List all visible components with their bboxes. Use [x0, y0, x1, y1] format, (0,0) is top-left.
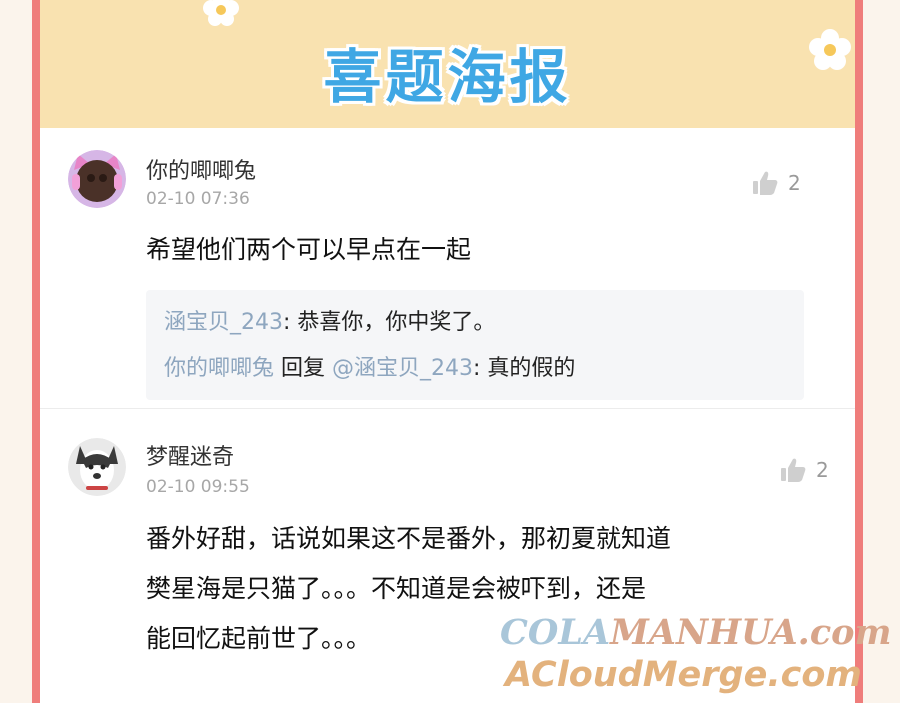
comment-body-line: 番外好甜，话说如果这不是番外，那初夏就知道 [146, 524, 672, 553]
right-frame-border [855, 0, 863, 703]
comment-item: 你的唧唧兔 02-10 07:36 2 希望他们两个可以早点在一起 涵宝贝_24… [40, 128, 855, 408]
reply-box[interactable]: 涵宝贝_243: 恭喜你，你中奖了。 你的唧唧兔 回复 @涵宝贝_243: 真的… [146, 290, 804, 400]
reply-author[interactable]: 涵宝贝_243 [164, 310, 283, 335]
watermark-part: MANHUA.com [610, 612, 892, 653]
comment-username[interactable]: 梦醒迷奇 [146, 439, 234, 471]
like-count: 2 [816, 458, 829, 482]
thumbs-up-icon [781, 458, 806, 482]
reply-text: : 真的假的 [473, 356, 576, 381]
watermark-acloudmerge: ACloudMerge.com [505, 655, 862, 695]
comment-body-line: 希望他们两个可以早点在一起 [146, 235, 472, 264]
flower-icon [203, 0, 239, 26]
left-frame-border [32, 0, 40, 703]
thumbs-up-icon [753, 171, 778, 195]
like-button[interactable]: 2 [752, 170, 801, 196]
comment-timestamp: 02-10 07:36 [146, 189, 250, 209]
reply-author[interactable]: 你的唧唧兔 [164, 356, 274, 381]
avatar[interactable] [68, 438, 126, 496]
reply-line: 你的唧唧兔 回复 @涵宝贝_243: 真的假的 [164, 350, 575, 382]
comment-body: 希望他们两个可以早点在一起 [146, 225, 471, 275]
watermark-part: COLA [500, 612, 611, 653]
reply-text: : 恭喜你，你中奖了。 [283, 310, 496, 335]
title-banner: 喜题海报 [40, 0, 855, 128]
reply-line: 涵宝贝_243: 恭喜你，你中奖了。 [164, 304, 495, 336]
comment-body-line: 樊星海是只猫了。。。不知道是会被吓到，还是 [146, 574, 647, 603]
reply-action: 回复 [281, 356, 326, 381]
banner-title: 喜题海报 [323, 43, 572, 111]
like-button[interactable]: 2 [780, 457, 829, 483]
comment-username[interactable]: 你的唧唧兔 [146, 153, 256, 185]
like-count: 2 [788, 171, 801, 195]
avatar[interactable] [68, 150, 126, 208]
watermark-colamanhua: COLAMANHUA.com [500, 612, 892, 653]
reply-mention[interactable]: @涵宝贝_243 [332, 356, 473, 381]
comment-timestamp: 02-10 09:55 [146, 477, 250, 497]
